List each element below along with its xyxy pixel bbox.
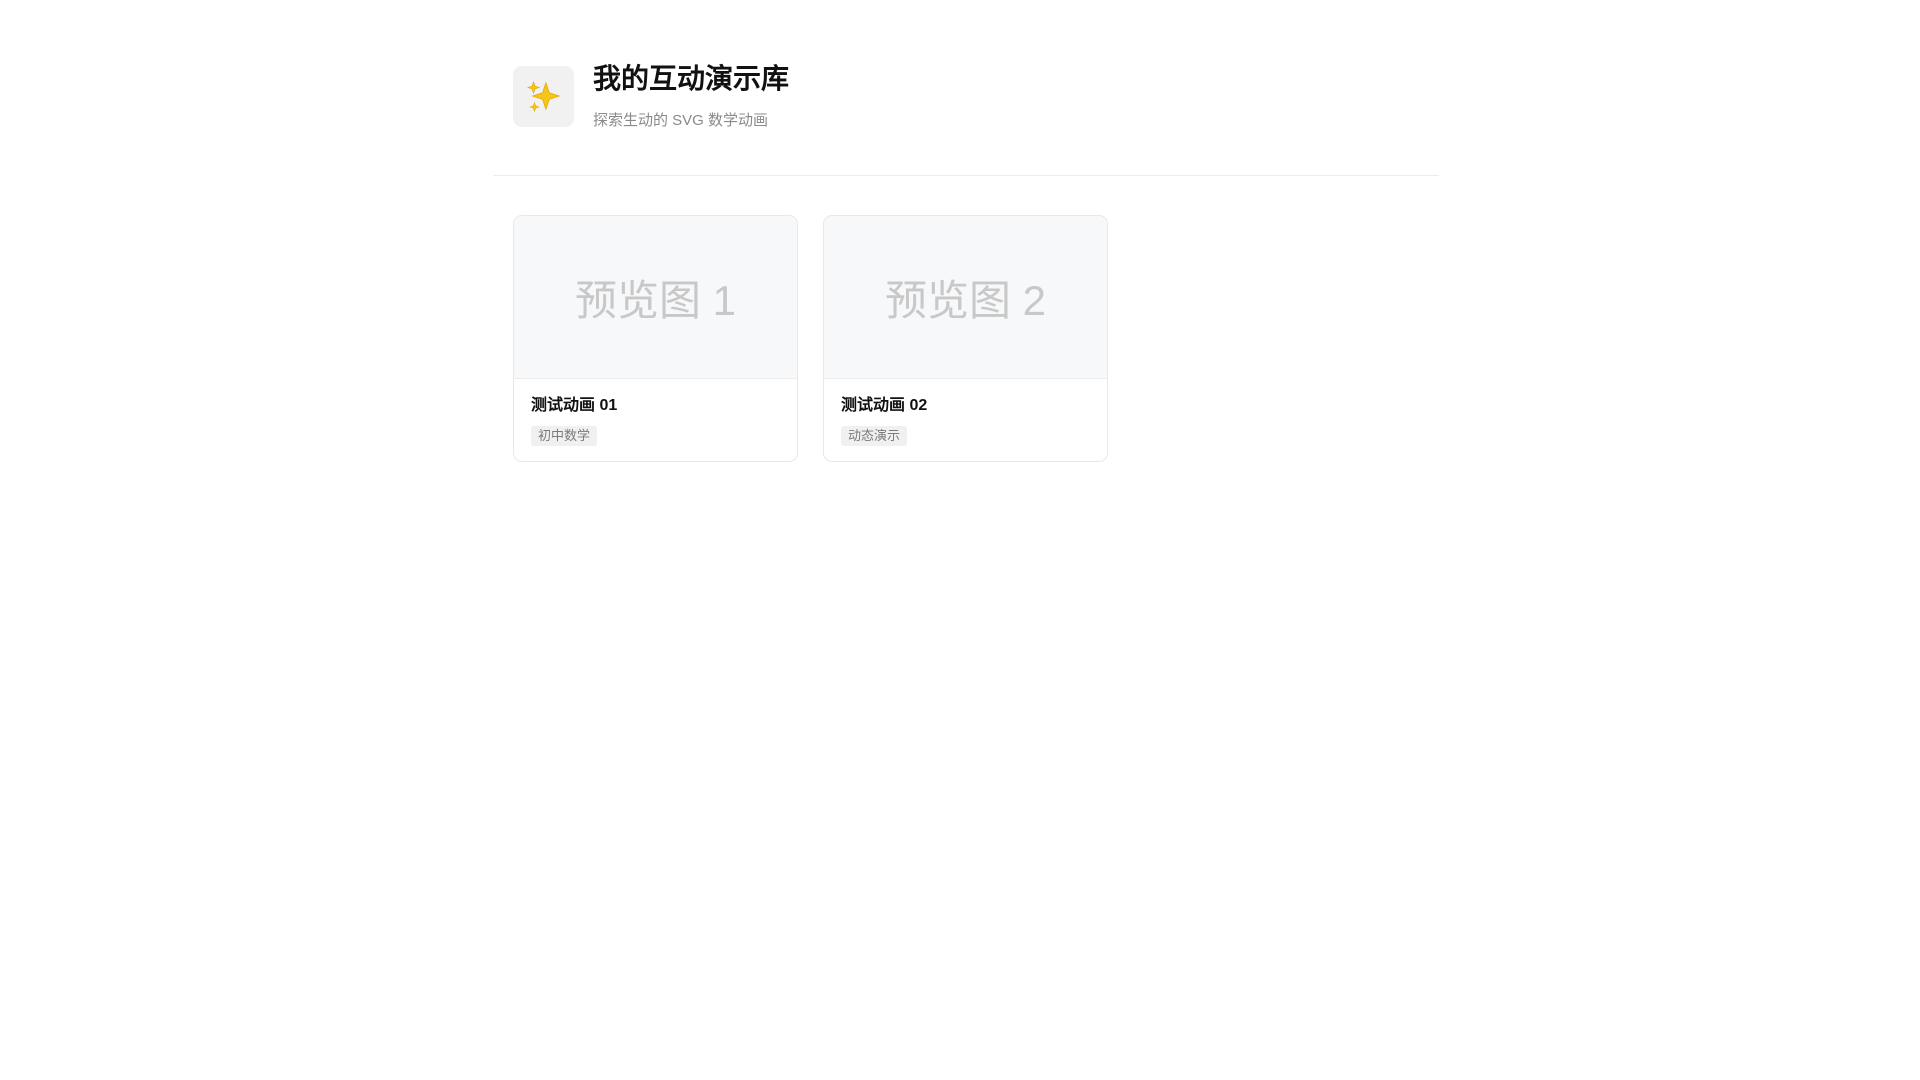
card-title: 测试动画 02	[841, 397, 928, 414]
page-title: 我的互动演示库	[593, 63, 790, 94]
page: 我的互动演示库 探索生动的 SVG 数学动画 预览图 1 测试动画 01 初中数…	[0, 0, 1920, 1080]
demo-card[interactable]: 预览图 2 测试动画 02 动态演示	[823, 215, 1108, 462]
card-tag: 初中数学	[531, 426, 598, 446]
page-header: 我的互动演示库 探索生动的 SVG 数学动画	[493, 0, 1439, 176]
page-subtitle: 探索生动的 SVG 数学动画	[593, 112, 769, 129]
sparkles-icon	[526, 80, 560, 112]
card-body: 测试动画 02 动态演示	[824, 379, 1107, 446]
card-body: 测试动画 01 初中数学	[514, 379, 797, 446]
card-tag: 动态演示	[841, 426, 908, 446]
card-title: 测试动画 01	[531, 397, 618, 414]
demo-card[interactable]: 预览图 1 测试动画 01 初中数学	[513, 215, 798, 462]
demo-card-grid: 预览图 1 测试动画 01 初中数学 预览图 2 测试动画 02 动态演示	[513, 215, 1108, 462]
card-preview: 预览图 2	[824, 216, 1107, 379]
card-preview: 预览图 1	[514, 216, 797, 379]
logo	[513, 66, 574, 127]
main-container: 我的互动演示库 探索生动的 SVG 数学动画 预览图 1 测试动画 01 初中数…	[493, 0, 1439, 462]
